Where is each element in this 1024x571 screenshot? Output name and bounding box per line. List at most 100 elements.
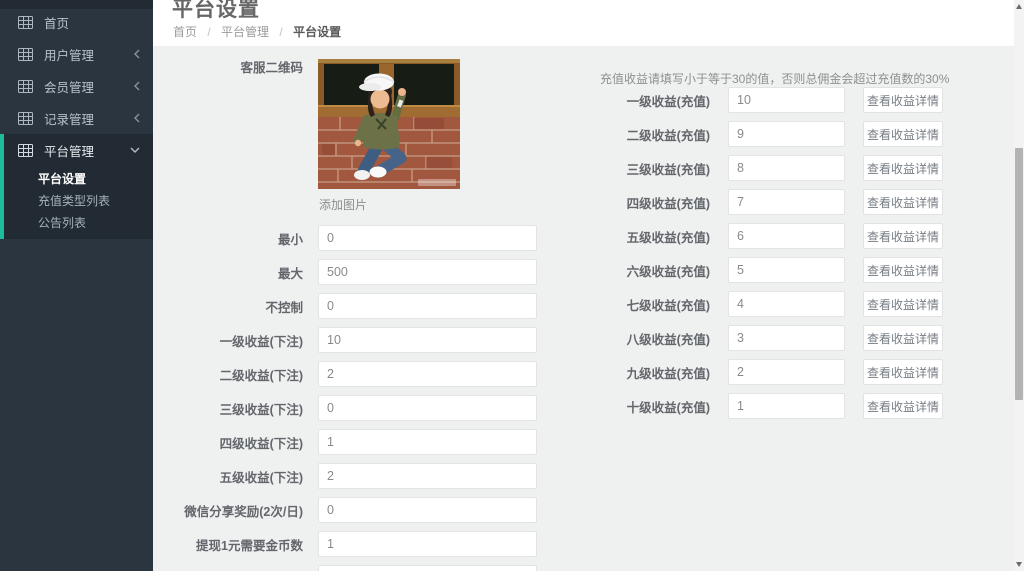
view-income-details-button[interactable]: 查看收益详情 [863, 87, 943, 113]
table-icon [18, 48, 33, 61]
view-income-details-button[interactable]: 查看收益详情 [863, 155, 943, 181]
field-label: 不控制 [153, 297, 303, 316]
sidebar-item-platform-management[interactable]: 平台管理 [4, 134, 153, 166]
form-row: 四级收益(下注) [153, 429, 537, 455]
form-row: 九级收益(充值) 查看收益详情 [483, 359, 943, 385]
view-income-details-button[interactable]: 查看收益详情 [863, 223, 943, 249]
left-form-rows: 最小 最大 不控制 一级收益(下注) 二级收益(下注) [153, 225, 537, 565]
right-form-rows: 一级收益(充值) 查看收益详情 二级收益(充值) 查看收益详情 三级收益(充值)… [483, 87, 943, 427]
scrollbar-thumb[interactable] [1015, 148, 1023, 400]
breadcrumb-platform-management[interactable]: 平台管理 [221, 25, 269, 39]
view-income-details-button[interactable]: 查看收益详情 [863, 121, 943, 147]
level2-recharge-income-input[interactable] [728, 121, 845, 147]
view-income-details-button[interactable]: 查看收益详情 [863, 359, 943, 385]
field-label: 五级收益(下注) [153, 467, 303, 486]
level8-recharge-income-input[interactable] [728, 325, 845, 351]
sidebar-item-label: 记录管理 [44, 109, 94, 128]
breadcrumb: 首页 / 平台管理 / 平台设置 [173, 23, 341, 40]
vertical-scrollbar[interactable] [1014, 0, 1024, 571]
view-income-details-button[interactable]: 查看收益详情 [863, 257, 943, 283]
qr-code-label: 客服二维码 [153, 57, 303, 76]
sidebar-item-platform-settings[interactable]: 平台设置 [4, 168, 153, 190]
form-row: 最小 [153, 225, 537, 251]
sidebar-item-record-management[interactable]: 记录管理 [0, 102, 153, 134]
form-row: 五级收益(下注) [153, 463, 537, 489]
form-row: 七级收益(充值) 查看收益详情 [483, 291, 943, 317]
sidebar-item-label: 平台管理 [44, 141, 94, 160]
form-row: 四级收益(充值) 查看收益详情 [483, 189, 943, 215]
field-label: 提现1元需要金币数 [153, 535, 303, 554]
form-row: 微信分享奖励(2次/日) [153, 497, 537, 523]
form-row: 最大 [153, 259, 537, 285]
scrollbar-down-arrow-icon[interactable] [1016, 562, 1022, 567]
sidebar-item-announcement-list[interactable]: 公告列表 [4, 212, 153, 234]
form-row: 提现1元需要金币数 [153, 531, 537, 557]
form-row: 八级收益(充值) 查看收益详情 [483, 325, 943, 351]
level10-recharge-income-input[interactable] [728, 393, 845, 419]
field-label: 三级收益(下注) [153, 399, 303, 418]
field-label: 六级收益(充值) [483, 261, 710, 280]
form-row: 一级收益(充值) 查看收益详情 [483, 87, 943, 113]
scrollbar-up-arrow-icon[interactable] [1016, 4, 1022, 9]
sidebar-item-user-management[interactable]: 用户管理 [0, 38, 153, 70]
sidebar-item-label: 首页 [44, 13, 69, 32]
page-header: 平台设置 首页 / 平台管理 / 平台设置 [153, 0, 1024, 46]
field-label: 九级收益(充值) [483, 363, 710, 382]
sidebar-item-home[interactable]: 首页 [0, 6, 153, 38]
page-title: 平台设置 [172, 0, 260, 23]
sidebar-item-member-management[interactable]: 会员管理 [0, 70, 153, 102]
level4-bet-income-input[interactable] [318, 429, 537, 455]
withdraw-coin-input[interactable] [318, 531, 537, 557]
sidebar-item-label: 会员管理 [44, 77, 94, 96]
wechat-share-reward-input[interactable] [318, 497, 537, 523]
field-label: 八级收益(充值) [483, 329, 710, 348]
view-income-details-button[interactable]: 查看收益详情 [863, 393, 943, 419]
platform-submenu: 平台设置 充值类型列表 公告列表 [4, 166, 153, 234]
breadcrumb-separator: / [207, 25, 210, 39]
level9-recharge-income-input[interactable] [728, 359, 845, 385]
view-income-details-button[interactable]: 查看收益详情 [863, 189, 943, 215]
field-label: 微信分享奖励(2次/日) [153, 501, 303, 520]
sidebar-item-label: 用户管理 [44, 45, 94, 64]
field-label: 二级收益(下注) [153, 365, 303, 384]
sidebar-item-recharge-type-list[interactable]: 充值类型列表 [4, 190, 153, 212]
form-row: 一级收益(下注) [153, 327, 537, 353]
table-icon [18, 80, 33, 93]
field-label: 四级收益(充值) [483, 193, 710, 212]
form-row: 二级收益(下注) [153, 361, 537, 387]
level5-bet-income-input[interactable] [318, 463, 537, 489]
field-label: 一级收益(下注) [153, 331, 303, 350]
settings-form: 客服二维码 [153, 46, 1024, 571]
level6-recharge-income-input[interactable] [728, 257, 845, 283]
add-image-link[interactable]: 添加图片 [319, 196, 367, 213]
level5-recharge-income-input[interactable] [728, 223, 845, 249]
breadcrumb-current: 平台设置 [293, 25, 341, 39]
level4-recharge-income-input[interactable] [728, 189, 845, 215]
form-row: 不控制 [153, 293, 537, 319]
table-icon [18, 16, 33, 29]
field-label: 四级收益(下注) [153, 433, 303, 452]
level7-recharge-income-input[interactable] [728, 291, 845, 317]
field-label: 五级收益(充值) [483, 227, 710, 246]
view-income-details-button[interactable]: 查看收益详情 [863, 291, 943, 317]
field-label: 最大 [153, 263, 303, 282]
field-label: 三级收益(充值) [483, 159, 710, 178]
form-row: 六级收益(充值) 查看收益详情 [483, 257, 943, 283]
chevron-left-icon [134, 113, 140, 123]
customer-service-qr-image[interactable] [318, 59, 460, 189]
field-label: 一级收益(充值) [483, 91, 710, 110]
view-income-details-button[interactable]: 查看收益详情 [863, 325, 943, 351]
field-label: 七级收益(充值) [483, 295, 710, 314]
breadcrumb-home[interactable]: 首页 [173, 25, 197, 39]
level3-recharge-income-input[interactable] [728, 155, 845, 181]
main-area: 平台设置 首页 / 平台管理 / 平台设置 客服二维码 [153, 0, 1024, 571]
table-icon [18, 144, 33, 157]
field-label: 二级收益(充值) [483, 125, 710, 144]
field-label: 十级收益(充值) [483, 397, 710, 416]
chevron-down-icon [130, 147, 140, 153]
cutoff-input[interactable] [318, 565, 537, 571]
breadcrumb-separator: / [279, 25, 282, 39]
form-row: 五级收益(充值) 查看收益详情 [483, 223, 943, 249]
table-icon [18, 112, 33, 125]
level1-recharge-income-input[interactable] [728, 87, 845, 113]
